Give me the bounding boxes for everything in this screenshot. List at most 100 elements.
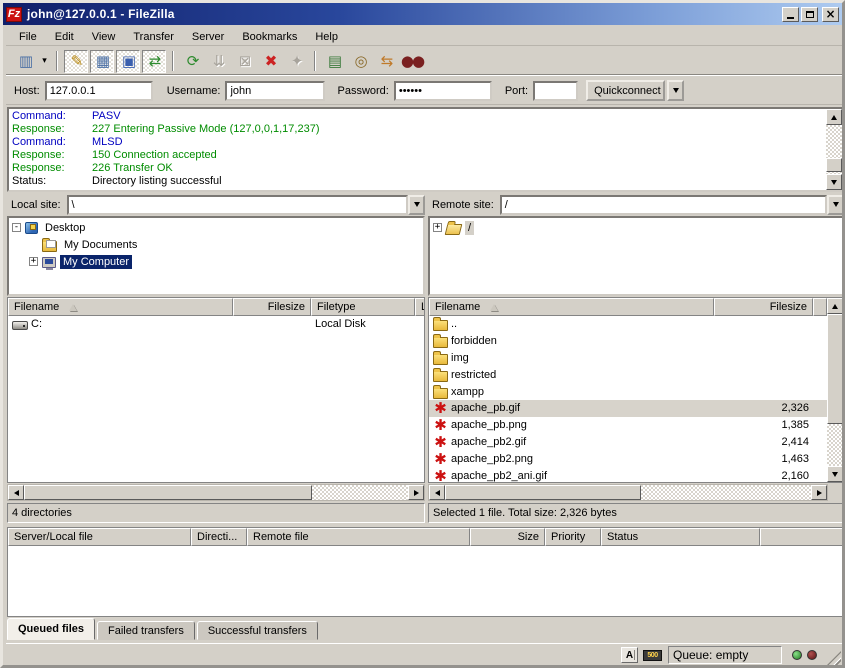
folder-icon xyxy=(433,337,448,348)
window-title: john@127.0.0.1 - FileZilla xyxy=(27,7,782,21)
remote-vscrollbar[interactable] xyxy=(827,298,843,482)
tree-item[interactable]: My Documents xyxy=(9,236,423,253)
close-button[interactable]: × xyxy=(822,7,839,22)
file-row[interactable]: C:Local Disk xyxy=(8,316,424,333)
tree-item[interactable]: +My Computer xyxy=(9,253,423,270)
tab-label: Successful transfers xyxy=(208,625,307,637)
tree-expander[interactable]: + xyxy=(433,223,442,232)
scroll-left-button[interactable] xyxy=(429,485,445,500)
resize-grip[interactable] xyxy=(826,651,841,666)
quickconnect-button[interactable]: Quickconnect xyxy=(586,80,665,101)
file-row[interactable]: apache_pb2.png1,463 xyxy=(429,450,827,467)
column-header-size[interactable]: Size xyxy=(470,528,545,546)
local-site-combobox[interactable]: \ xyxy=(67,195,408,215)
port-input[interactable] xyxy=(533,81,578,101)
username-input[interactable] xyxy=(225,81,325,101)
column-header-filetype[interactable]: Filetype xyxy=(311,298,415,316)
scroll-thumb[interactable] xyxy=(826,158,842,172)
local-site-dropdown[interactable] xyxy=(408,195,425,215)
file-row[interactable]: img xyxy=(429,350,827,367)
username-label: Username: xyxy=(167,85,221,97)
tree-item[interactable]: +/ xyxy=(430,219,842,236)
column-header-filename[interactable]: Filename xyxy=(8,298,233,316)
refresh-button[interactable]: ⟳ xyxy=(180,50,204,73)
scroll-up-button[interactable] xyxy=(827,298,843,314)
menu-item-edit[interactable]: Edit xyxy=(46,29,83,45)
tab-queued-files[interactable]: Queued files xyxy=(7,618,95,640)
file-row[interactable]: forbidden xyxy=(429,333,827,350)
toggle-local-tree-button[interactable]: ▦ xyxy=(90,50,114,73)
file-row[interactable]: xampp xyxy=(429,383,827,400)
column-header-label: Filesize xyxy=(268,301,305,313)
minimize-button[interactable] xyxy=(782,7,799,22)
column-header-filename[interactable]: Filename xyxy=(429,298,714,316)
log-scrollbar[interactable] xyxy=(826,109,842,190)
toggle-queue-button[interactable]: ⇄ xyxy=(142,50,166,73)
local-status-bar: 4 directories xyxy=(7,503,425,523)
site-manager-dropdown[interactable]: ▾ xyxy=(38,50,51,73)
column-header-directi-[interactable]: Directi... xyxy=(191,528,247,546)
menu-item-transfer[interactable]: Transfer xyxy=(124,29,183,45)
scroll-left-button[interactable] xyxy=(8,485,24,500)
compare-button[interactable]: ◎ xyxy=(348,50,372,73)
file-row[interactable]: .. xyxy=(429,316,827,333)
column-header-priority[interactable]: Priority xyxy=(545,528,601,546)
menu-item-view[interactable]: View xyxy=(83,29,125,45)
quickconnect-dropdown[interactable] xyxy=(667,80,684,101)
column-header-server-local-file[interactable]: Server/Local file xyxy=(8,528,191,546)
column-header-label: Status xyxy=(607,531,638,543)
tab-failed-transfers[interactable]: Failed transfers xyxy=(97,621,195,640)
transfer-type-icon[interactable]: A xyxy=(621,647,638,663)
toggle-log-button[interactable]: ✎ xyxy=(64,50,88,73)
chevron-down-icon xyxy=(833,202,839,207)
scroll-down-button[interactable] xyxy=(826,174,842,190)
title-bar[interactable]: Fz john@127.0.0.1 - FileZilla × xyxy=(3,3,842,25)
tab-successful-transfers[interactable]: Successful transfers xyxy=(197,621,318,640)
scroll-up-button[interactable] xyxy=(826,109,842,125)
filter-button[interactable]: ▤ xyxy=(322,50,346,73)
sync-browsing-button[interactable]: ⇆ xyxy=(374,50,398,73)
file-row[interactable]: apache_pb2_ani.gif2,160 xyxy=(429,467,827,482)
tree-item[interactable]: -Desktop xyxy=(9,219,423,236)
scroll-right-button[interactable] xyxy=(811,485,827,500)
column-header-remote-file[interactable]: Remote file xyxy=(247,528,470,546)
file-row[interactable]: apache_pb2.gif2,414 xyxy=(429,434,827,451)
queue-header: Server/Local fileDirecti...Remote fileSi… xyxy=(8,528,843,546)
file-row[interactable]: apache_pb.gif2,326 xyxy=(429,400,827,417)
toggle-remote-tree-button[interactable]: ▣ xyxy=(116,50,140,73)
remote-hscrollbar[interactable] xyxy=(428,484,828,501)
scroll-down-button[interactable] xyxy=(827,466,843,482)
find-button[interactable]: ●● xyxy=(400,50,424,73)
folder-icon xyxy=(433,371,448,382)
tree-expander[interactable]: + xyxy=(29,257,38,266)
scroll-thumb[interactable] xyxy=(445,485,641,500)
local-status-text: 4 directories xyxy=(12,507,72,519)
menu-item-help[interactable]: Help xyxy=(306,29,347,45)
file-row[interactable]: restricted xyxy=(429,366,827,383)
column-header-filesize[interactable]: Filesize xyxy=(233,298,311,316)
site-manager-button[interactable]: ▥ xyxy=(13,50,37,73)
file-size xyxy=(714,316,813,333)
menu-item-bookmarks[interactable]: Bookmarks xyxy=(233,29,306,45)
host-input[interactable] xyxy=(45,81,153,101)
disconnect-button[interactable]: ✖ xyxy=(258,50,282,73)
password-input[interactable] xyxy=(394,81,492,101)
file-row[interactable]: apache_pb.png1,385 xyxy=(429,417,827,434)
remote-site-combobox[interactable]: / xyxy=(500,195,827,215)
maximize-button[interactable] xyxy=(801,7,818,22)
chevron-down-icon xyxy=(673,88,679,93)
remote-site-dropdown[interactable] xyxy=(827,195,844,215)
scroll-thumb[interactable] xyxy=(827,314,843,424)
scroll-thumb[interactable] xyxy=(24,485,312,500)
column-header-filesize[interactable]: Filesize xyxy=(714,298,813,316)
chevron-down-icon xyxy=(414,202,420,207)
column-header-l[interactable]: L xyxy=(415,298,425,316)
arrow-up-icon xyxy=(832,304,838,309)
scroll-right-button[interactable] xyxy=(408,485,424,500)
local-hscrollbar[interactable] xyxy=(7,484,425,501)
speed-limit-icon[interactable]: 500 xyxy=(643,650,662,661)
tree-expander[interactable]: - xyxy=(12,223,21,232)
menu-item-server[interactable]: Server xyxy=(183,29,233,45)
column-header-status[interactable]: Status xyxy=(601,528,760,546)
menu-item-file[interactable]: File xyxy=(10,29,46,45)
